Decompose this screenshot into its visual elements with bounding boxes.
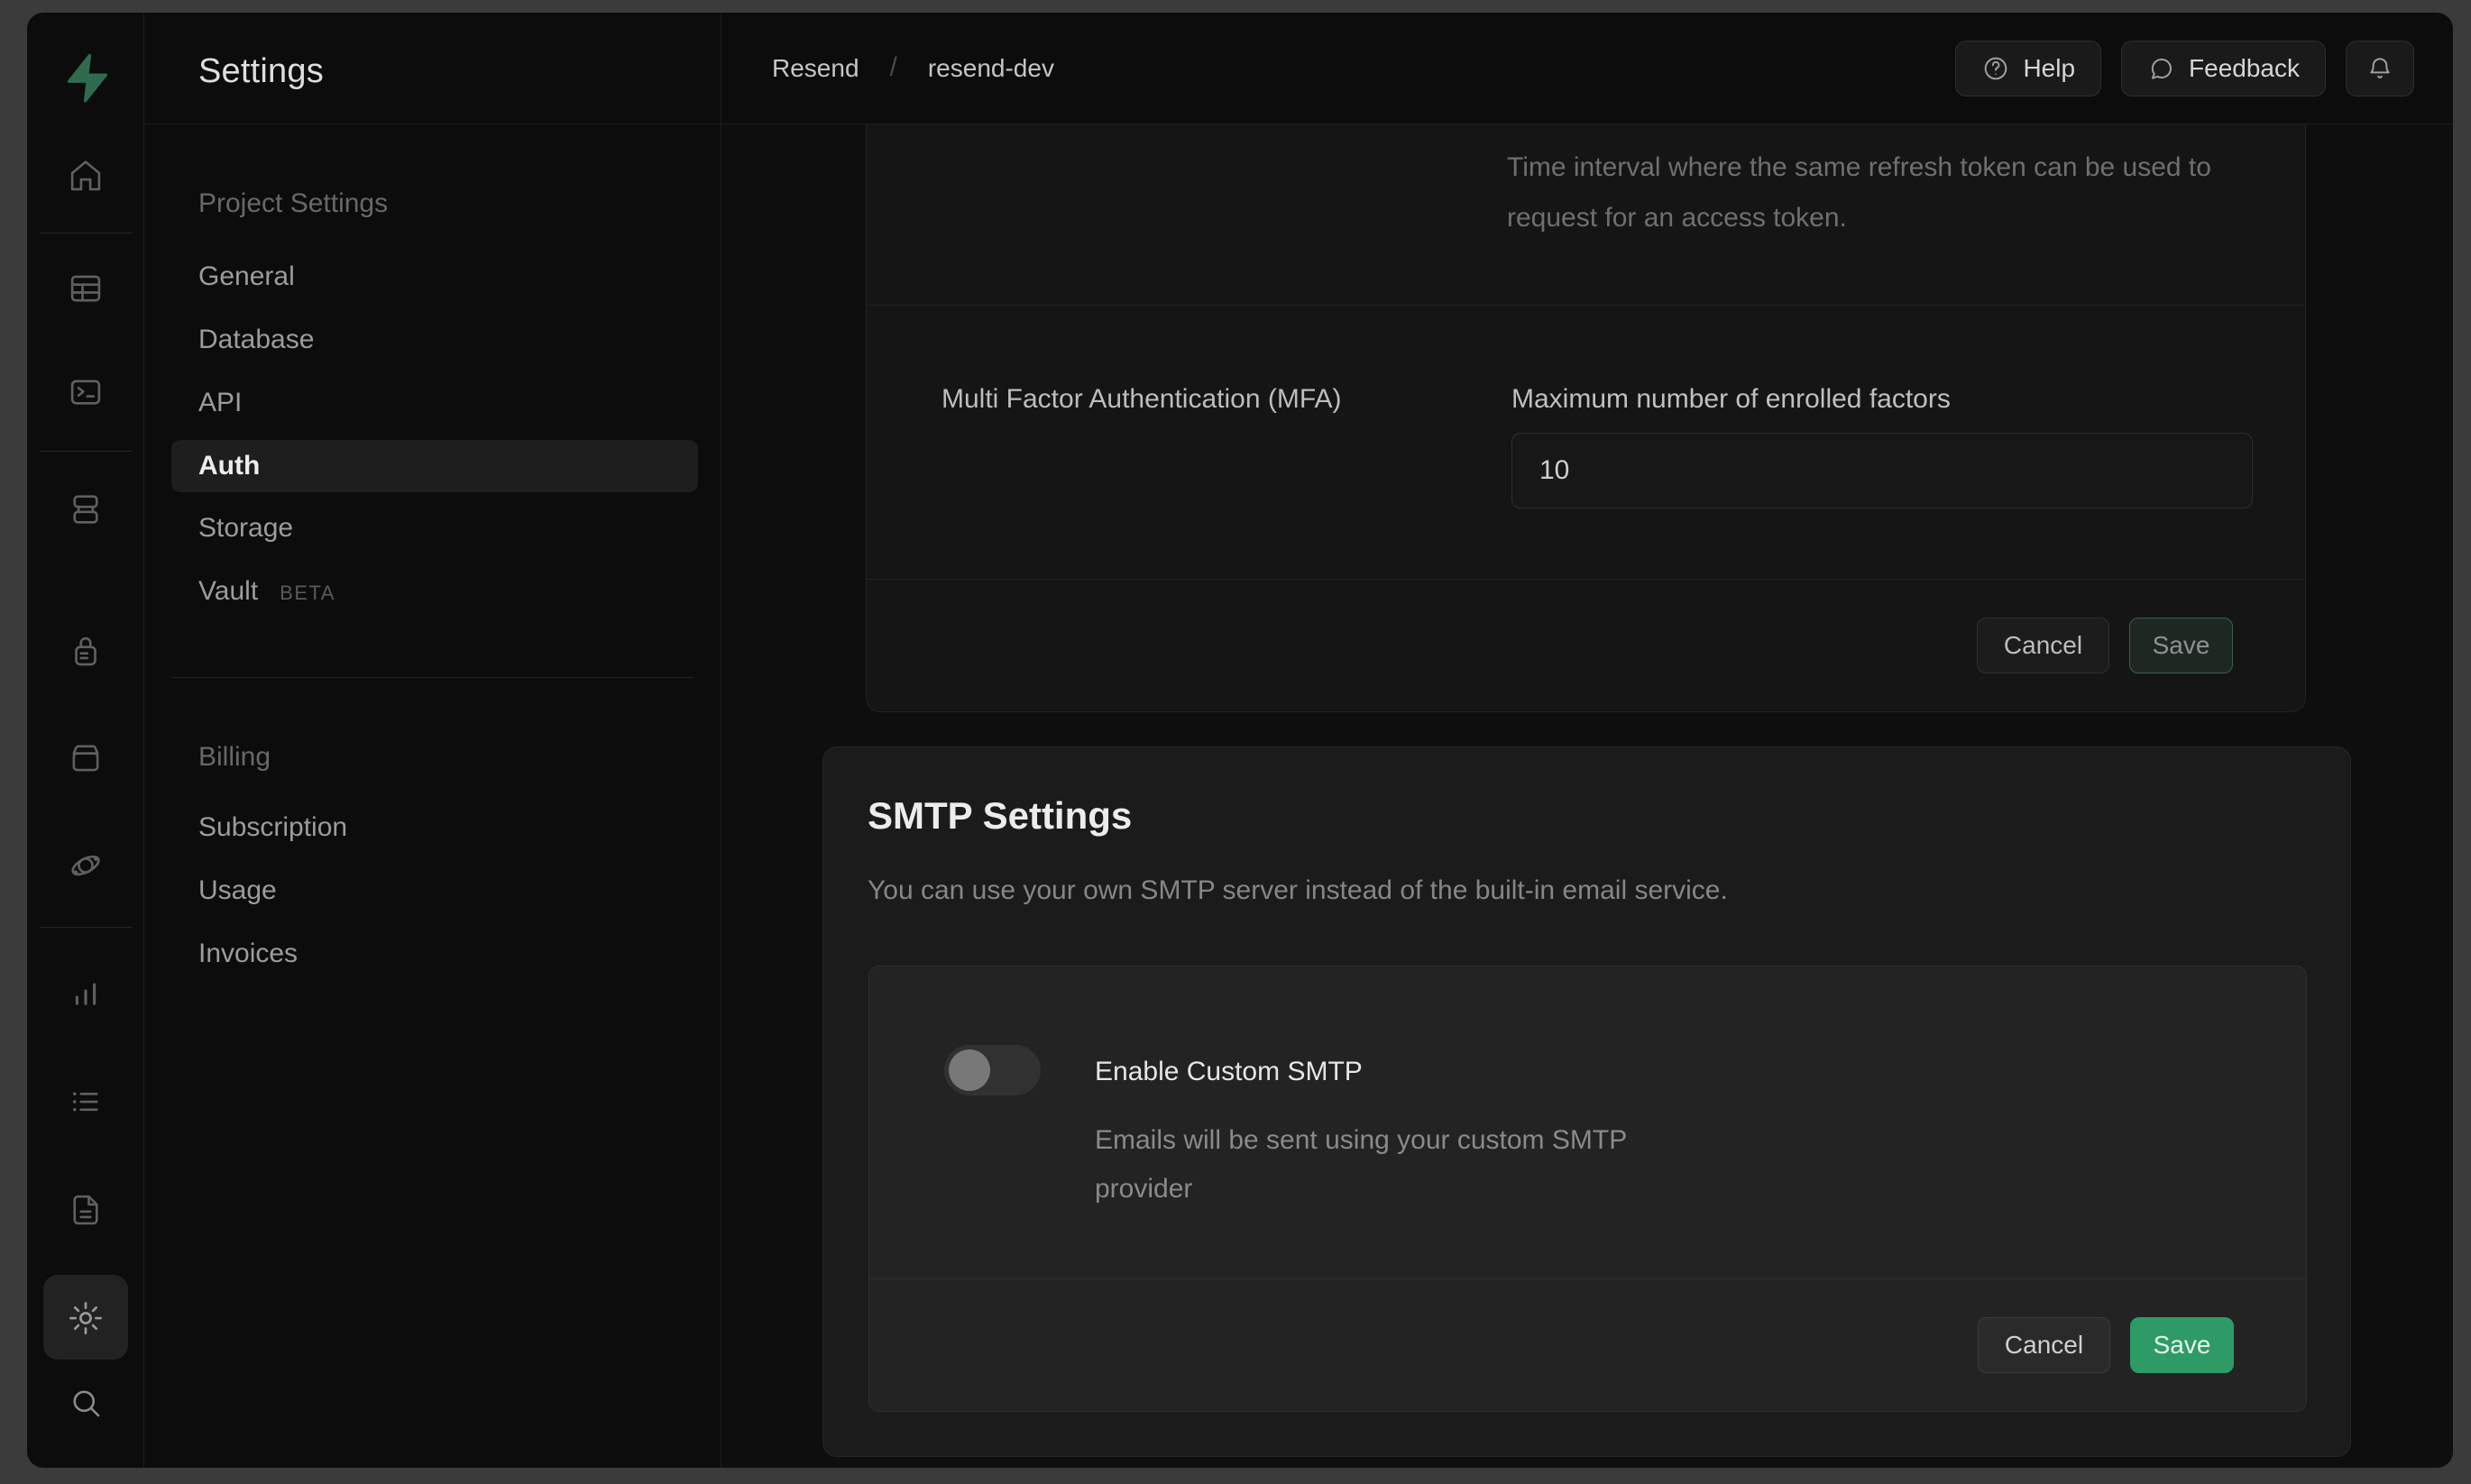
sidebar-divider: [40, 927, 132, 928]
breadcrumb-separator: /: [890, 52, 897, 83]
sidebar-item-subscription[interactable]: Subscription: [198, 813, 347, 842]
breadcrumb-project[interactable]: resend-dev: [928, 54, 1054, 83]
logs-icon[interactable]: [67, 1083, 105, 1121]
supabase-logo-icon[interactable]: [57, 49, 115, 106]
screenshot-stage: Settings Project Settings General Databa…: [0, 0, 2471, 1484]
card-row-divider: [867, 305, 2305, 306]
sidebar-item-auth[interactable]: Auth: [198, 452, 260, 481]
main-content: Time interval where the same refresh tok…: [721, 124, 2453, 1468]
sidebar-item-invoices[interactable]: Invoices: [198, 939, 298, 968]
refresh-token-description: Time interval where the same refresh tok…: [1507, 142, 2246, 243]
auth-card-footer: Cancel Save: [867, 579, 2305, 711]
settings-sidebar: Settings Project Settings General Databa…: [144, 13, 721, 1468]
mfa-section-label: Multi Factor Authentication (MFA): [942, 384, 1342, 415]
save-button[interactable]: Save: [2129, 618, 2233, 673]
auth-settings-card: Time interval where the same refresh tok…: [866, 124, 2306, 712]
icon-sidebar: [27, 13, 144, 1468]
sidebar-item-vault[interactable]: Vault BETA: [198, 577, 335, 608]
bell-icon: [2365, 54, 2394, 83]
cancel-button[interactable]: Cancel: [1977, 618, 2109, 673]
cancel-button[interactable]: Cancel: [1978, 1317, 2110, 1373]
smtp-description: You can use your own SMTP server instead…: [868, 875, 1728, 906]
enable-custom-smtp-toggle[interactable]: [944, 1045, 1041, 1095]
sql-editor-icon[interactable]: [67, 373, 105, 411]
help-circle-icon: [1981, 54, 2010, 83]
nav-section-billing: Billing: [198, 743, 271, 772]
search-icon[interactable]: [67, 1384, 105, 1422]
sidebar-item-label: Vault: [198, 576, 258, 606]
sidebar-item-usage[interactable]: Usage: [198, 876, 277, 905]
sidebar-divider: [40, 233, 132, 234]
toggle-description: Emails will be sent using your custom SM…: [1095, 1116, 1708, 1214]
feedback-label: Feedback: [2189, 54, 2300, 83]
breadcrumb-org[interactable]: Resend: [772, 54, 859, 83]
max-factors-label: Maximum number of enrolled factors: [1511, 384, 1951, 415]
save-button[interactable]: Save: [2130, 1317, 2234, 1373]
authentication-icon[interactable]: [67, 632, 105, 670]
smtp-title: SMTP Settings: [868, 794, 1132, 838]
breadcrumb: Resend / resend-dev: [772, 13, 1054, 124]
help-button[interactable]: Help: [1955, 41, 2101, 96]
smtp-card-footer: Cancel Save: [869, 1278, 2306, 1411]
table-editor-icon[interactable]: [67, 270, 105, 307]
smtp-form-panel: Enable Custom SMTP Emails will be sent u…: [868, 966, 2307, 1412]
reports-icon[interactable]: [67, 973, 105, 1011]
api-docs-icon[interactable]: [67, 1191, 105, 1229]
notifications-button[interactable]: [2346, 41, 2414, 96]
home-icon[interactable]: [67, 157, 105, 195]
app-window: Settings Project Settings General Databa…: [27, 13, 2453, 1468]
gear-icon[interactable]: [67, 1299, 105, 1337]
database-icon[interactable]: [67, 490, 105, 528]
sidebar-item-api[interactable]: API: [198, 389, 242, 417]
sidebar-item-storage[interactable]: Storage: [198, 514, 293, 543]
header-actions: Help Feedback: [1955, 41, 2414, 96]
smtp-settings-card: SMTP Settings You can use your own SMTP …: [822, 747, 2351, 1457]
sidebar-item-general[interactable]: General: [198, 262, 295, 291]
sidebar-item-database[interactable]: Database: [198, 325, 314, 354]
storage-icon[interactable]: [67, 738, 105, 776]
feedback-button[interactable]: Feedback: [2121, 41, 2326, 96]
help-label: Help: [2023, 54, 2075, 83]
toggle-label: Enable Custom SMTP: [1095, 1057, 1363, 1087]
nav-divider: [171, 677, 694, 678]
chat-bubble-icon: [2147, 54, 2176, 83]
sidebar-divider: [40, 451, 132, 452]
toggle-knob: [949, 1049, 990, 1091]
edge-functions-icon[interactable]: [67, 847, 105, 884]
max-factors-input[interactable]: [1511, 433, 2253, 508]
beta-badge: BETA: [280, 582, 335, 604]
top-header: Resend / resend-dev Help Feedback: [144, 13, 2453, 124]
nav-section-project-settings: Project Settings: [198, 189, 388, 218]
